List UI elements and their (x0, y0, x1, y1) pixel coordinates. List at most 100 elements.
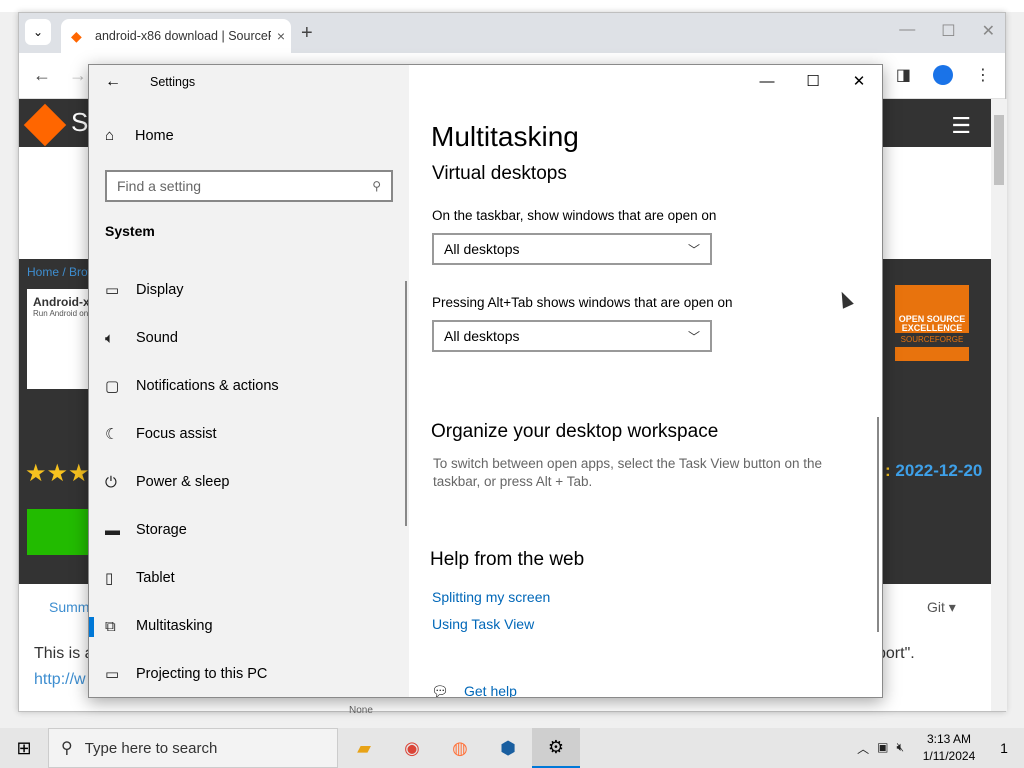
firefox-icon[interactable]: ◍ (436, 728, 484, 768)
content-scrollbar[interactable] (877, 417, 879, 632)
alttab-windows-value: All desktops (444, 328, 520, 344)
help-heading: Help from the web (430, 549, 585, 570)
sidebar-item-storage[interactable]: ▬ Storage (89, 506, 409, 554)
page-scrollbar-thumb[interactable] (994, 115, 1004, 185)
status-text: None (349, 705, 373, 716)
taskbar-apps: ▰ ◉ ◍ ⬢ ⚙ (340, 728, 580, 768)
search-box[interactable]: ⚲ (105, 170, 393, 202)
projecting-icon: ▭ (105, 666, 120, 683)
sidebar-item-sound[interactable]: 🔈︎ Sound (89, 314, 409, 362)
help-link-splitting[interactable]: Splitting my screen (432, 589, 550, 605)
maximize-icon[interactable]: ☐ (941, 21, 955, 41)
sidebar-item-projecting[interactable]: ▭ Projecting to this PC (89, 650, 409, 697)
sidebar-item-multitasking[interactable]: ⧉ Multitasking (89, 602, 409, 650)
close-icon[interactable]: ✕ (982, 21, 995, 41)
get-help-link[interactable]: Get help (464, 683, 517, 697)
taskbar-search-placeholder: Type here to search (84, 739, 218, 757)
home-icon: ⌂ (105, 127, 115, 144)
chevron-up-icon[interactable]: ︿ (857, 740, 869, 757)
start-button[interactable]: ⊞ (0, 728, 48, 768)
sidebar-item-label: Focus assist (136, 426, 217, 442)
help-link-task-view[interactable]: Using Task View (432, 616, 534, 632)
settings-window-controls: — ☐ ✕ (744, 65, 882, 97)
project-subtitle: Run Android on (33, 309, 89, 318)
sidebar-item-power-sleep[interactable]: ⏻ Power & sleep (89, 458, 409, 506)
taskbar-search-box[interactable]: ⚲ Type here to search (48, 728, 338, 768)
taskbar-windows-label: On the taskbar, show windows that are op… (432, 208, 717, 223)
chrome-icon[interactable]: ◉ (388, 728, 436, 768)
new-tab-button[interactable]: + (301, 22, 313, 45)
sidebar-item-notifications[interactable]: ▢ Notifications & actions (89, 362, 409, 410)
sidebar-item-focus-assist[interactable]: ☾ Focus assist (89, 410, 409, 458)
settings-gear-icon[interactable]: ⚙ (532, 728, 580, 768)
tablet-icon: ▯ (105, 570, 114, 587)
sidebar-item-display[interactable]: ▭ Display (89, 266, 409, 314)
kebab-menu-icon[interactable]: ⋮ (975, 65, 991, 85)
page-title: Multitasking (431, 121, 579, 152)
sidebar-scrollbar[interactable] (405, 281, 407, 526)
tab-bar: ⌄ ◆ android-x86 download | SourceForge.n… (19, 13, 1005, 53)
file-explorer-icon[interactable]: ▰ (340, 728, 388, 768)
tray-icons: ︿ ▣ 🔇︎ (857, 740, 904, 757)
network-icon[interactable]: ▣ (877, 740, 888, 757)
browser-window-controls: — ☐ ✕ (899, 21, 995, 41)
tab-search-button[interactable]: ⌄ (25, 19, 51, 45)
get-help-icon: 💬︎ (431, 683, 449, 698)
taskbar-windows-value: All desktops (444, 241, 520, 257)
mouse-cursor-icon (836, 289, 854, 309)
date-value: 2022-12-20 (895, 461, 983, 480)
toolbar-right: ◨ ⋮ (896, 65, 991, 85)
sidebar-item-label: Tablet (136, 570, 175, 586)
sourceforge-logo-icon[interactable] (23, 103, 67, 147)
clock-date: 1/11/2024 (922, 749, 976, 763)
speaker-muted-icon[interactable]: 🔇︎ (896, 740, 904, 757)
alttab-windows-dropdown[interactable]: All desktops ﹀ (432, 320, 712, 352)
virtualbox-icon[interactable]: ⬢ (484, 728, 532, 768)
settings-window: ← Settings ⌂ Home ⚲ System ▭ Display 🔈︎ … (88, 64, 883, 698)
sidebar-item-tablet[interactable]: ▯ Tablet (89, 554, 409, 602)
taskbar-windows-dropdown[interactable]: All desktops ﹀ (432, 233, 712, 265)
clock[interactable]: 3:13 AM 1/11/2024 (914, 731, 984, 765)
home-nav-item[interactable]: ⌂ Home (105, 127, 174, 144)
rating-stars: ★★★ (25, 460, 90, 487)
back-arrow-icon[interactable]: ← (105, 73, 121, 91)
breadcrumb[interactable]: Home / Brow (27, 265, 96, 279)
open-source-excellence-badge: OPEN SOURCE EXCELLENCE (895, 285, 969, 361)
close-icon[interactable]: ✕ (836, 65, 882, 97)
taskbar: ⊞ ⚲ Type here to search ▰ ◉ ◍ ⬢ ⚙ ︿ ▣ 🔇︎… (0, 728, 1024, 768)
download-button[interactable] (27, 509, 97, 555)
maximize-icon[interactable]: ☐ (790, 65, 836, 97)
hamburger-menu-icon[interactable]: ☰ (951, 113, 971, 139)
sidebar-item-label: Notifications & actions (136, 378, 279, 394)
back-arrow-icon[interactable]: ← (33, 65, 51, 86)
chevron-down-icon: ﹀ (687, 242, 700, 257)
sidebar-item-label: Storage (136, 522, 187, 538)
window-title: Settings (150, 75, 196, 89)
tab-summary[interactable]: Summ (49, 599, 89, 615)
description-text: This is a (34, 645, 94, 662)
forward-arrow-icon[interactable]: → (69, 65, 87, 86)
browser-tab[interactable]: ◆ android-x86 download | SourceForge.net… (61, 19, 291, 53)
sound-icon: 🔈︎ (105, 329, 115, 347)
tab-title: android-x86 download | SourceForge.net (95, 29, 271, 43)
notification-center-icon[interactable]: 1 (984, 740, 1024, 756)
side-panel-icon[interactable]: ◨ (896, 65, 911, 85)
search-input[interactable] (117, 178, 373, 194)
minimize-icon[interactable]: — (744, 65, 790, 97)
organize-workspace-description: To switch between open apps, select the … (433, 456, 823, 489)
display-icon: ▭ (105, 282, 120, 299)
settings-content: Multitasking Virtual desktops On the tas… (409, 65, 882, 698)
host-window-strip (0, 0, 1024, 12)
tab-close-icon[interactable]: × (271, 28, 291, 44)
tab-git[interactable]: Git ▾ (927, 599, 956, 616)
profile-avatar[interactable] (933, 65, 953, 85)
page-scrollbar[interactable] (991, 99, 1007, 711)
notification-count: 1 (1000, 740, 1008, 756)
description-link[interactable]: http://w (34, 671, 86, 689)
minimize-icon[interactable]: — (899, 21, 915, 41)
chevron-down-icon: ﹀ (687, 329, 700, 344)
sourceforge-favicon-icon: ◆ (71, 28, 82, 44)
last-update-date: : 2022-12-20 (885, 461, 982, 481)
system-tray: ︿ ▣ 🔇︎ 3:13 AM 1/11/2024 1 (857, 728, 1024, 768)
sidebar-item-label: Display (136, 282, 184, 298)
